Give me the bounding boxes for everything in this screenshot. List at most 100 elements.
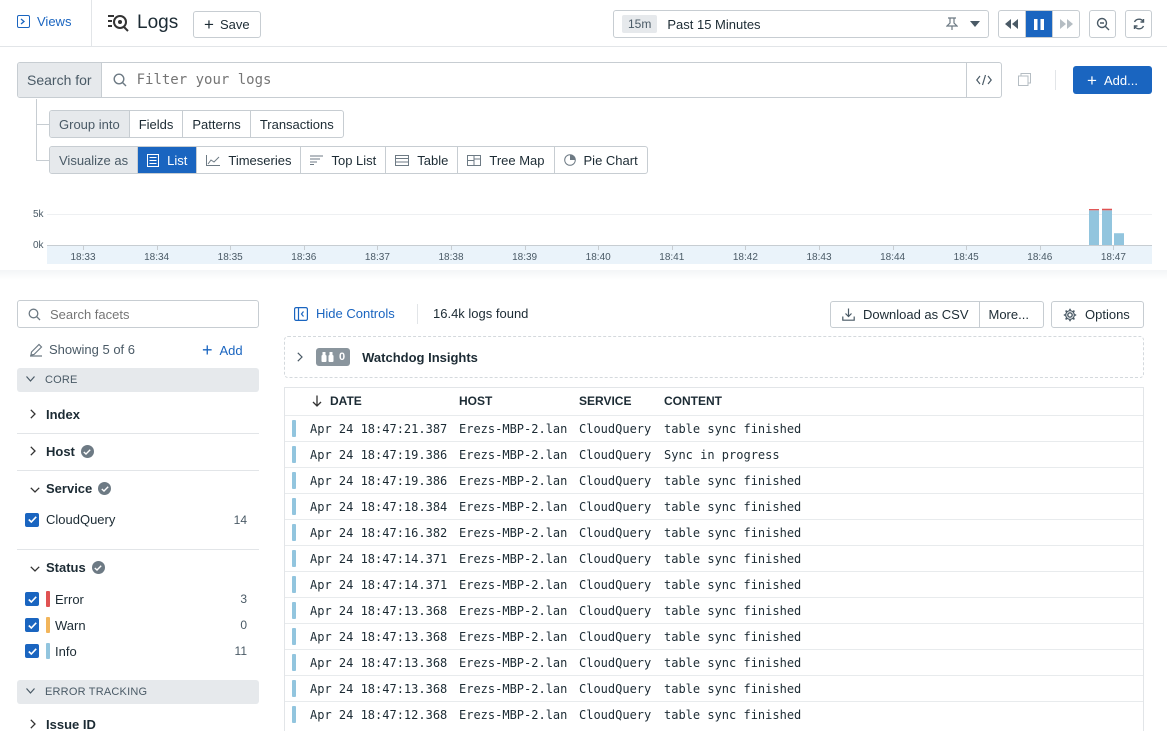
bar-error[interactable]	[1102, 208, 1112, 211]
table-row[interactable]: Apr 24 18:47:19.386 Erezs-MBP-2.lan CloudQ…	[285, 441, 1143, 467]
status-color-info	[46, 643, 50, 659]
viz-option-list[interactable]: List	[138, 147, 198, 173]
chevron-down-icon	[30, 481, 40, 496]
facet-value-error[interactable]: Error 3	[25, 591, 247, 607]
facet-value-info[interactable]: Info 11	[25, 643, 247, 659]
facet-value-count: 3	[240, 592, 247, 606]
download-csv-button[interactable]: Download as CSV	[831, 302, 980, 327]
hide-controls-button[interactable]: Hide Controls	[294, 306, 395, 321]
more-button[interactable]: More...	[980, 302, 1038, 327]
code-view-button[interactable]	[966, 63, 1001, 97]
viz-option-pie-chart[interactable]: Pie Chart	[555, 147, 647, 173]
x-tick-mark	[1113, 246, 1115, 250]
y-tick-5k: 5k	[33, 209, 44, 220]
sort-arrow-down-icon[interactable]	[312, 395, 322, 407]
table-row[interactable]: Apr 24 18:47:12.368 Erezs-MBP-2.lan CloudQ…	[285, 701, 1143, 727]
column-header-host[interactable]: HOST	[459, 394, 492, 408]
gear-icon	[1063, 308, 1077, 322]
facet-status[interactable]: Status	[30, 560, 105, 575]
views-label: Views	[37, 14, 72, 29]
bar-info[interactable]	[1114, 233, 1124, 245]
save-button[interactable]: + Save	[193, 11, 261, 38]
cell-host: Erezs-MBP-2.lan	[459, 578, 568, 592]
facet-service[interactable]: Service	[30, 481, 112, 496]
column-header-service[interactable]: SERVICE	[579, 394, 631, 408]
table-row[interactable]: Apr 24 18:47:14.371 Erezs-MBP-2.lan CloudQ…	[285, 545, 1143, 571]
chevron-down-icon	[26, 376, 35, 382]
watchdog-insights-panel[interactable]: 0 Watchdog Insights	[284, 336, 1144, 378]
facet-issue-id[interactable]: Issue ID	[30, 717, 96, 731]
pencil-icon[interactable]	[29, 343, 43, 357]
table-row[interactable]: Apr 24 18:47:13.368 Erezs-MBP-2.lan CloudQ…	[285, 649, 1143, 675]
viz-option-table[interactable]: Table	[386, 147, 459, 173]
options-button[interactable]: Options	[1051, 301, 1144, 328]
table-row[interactable]: Apr 24 18:47:13.368 Erezs-MBP-2.lan CloudQ…	[285, 675, 1143, 701]
column-header-date[interactable]: DATE	[330, 394, 362, 408]
add-button[interactable]: + Add...	[1073, 66, 1152, 94]
zoom-out-button[interactable]	[1089, 10, 1116, 38]
x-tick-mark	[745, 246, 747, 250]
bar-error[interactable]	[1089, 209, 1099, 211]
facet-host[interactable]: Host	[30, 444, 94, 459]
cell-content: table sync finished	[664, 474, 802, 488]
checkbox-checked[interactable]	[25, 644, 39, 658]
logs-table: DATE HOST SERVICE CONTENT Apr 24 18:47:2…	[284, 387, 1144, 731]
error-tracking-section-header[interactable]: ERROR TRACKING	[17, 680, 259, 704]
x-tick-label: 18:44	[880, 252, 906, 263]
facet-search[interactable]	[17, 300, 259, 328]
pin-icon[interactable]	[946, 17, 958, 31]
copy-icon[interactable]	[1018, 73, 1031, 86]
column-header-content[interactable]: CONTENT	[664, 394, 722, 408]
tree-line	[36, 160, 49, 161]
table-row[interactable]: Apr 24 18:47:13.368 Erezs-MBP-2.lan CloudQ…	[285, 597, 1143, 623]
bar-info[interactable]	[1102, 210, 1112, 245]
cell-host: Erezs-MBP-2.lan	[459, 552, 568, 566]
rewind-button[interactable]	[999, 11, 1026, 37]
views-button[interactable]: Views	[17, 14, 71, 29]
chevron-right-icon	[297, 352, 303, 362]
group-option-fields[interactable]: Fields	[130, 111, 184, 137]
facet-value-count: 11	[234, 644, 247, 658]
table-row[interactable]: Apr 24 18:47:19.386 Erezs-MBP-2.lan CloudQ…	[285, 467, 1143, 493]
verified-icon	[80, 445, 94, 458]
facet-value-warn[interactable]: Warn 0	[25, 617, 247, 633]
cell-service: CloudQuery	[579, 500, 652, 514]
table-row[interactable]: Apr 24 18:47:21.387 Erezs-MBP-2.lan CloudQ…	[285, 415, 1143, 441]
viz-option-top-list[interactable]: Top List	[301, 147, 387, 173]
viz-option-label: List	[167, 152, 188, 168]
group-option-transactions[interactable]: Transactions	[251, 111, 343, 137]
checkbox-checked[interactable]	[25, 592, 39, 606]
facet-index[interactable]: Index	[30, 407, 80, 422]
refresh-button[interactable]	[1125, 10, 1152, 38]
cell-content: table sync finished	[664, 500, 802, 514]
core-section-header[interactable]: CORE	[17, 368, 259, 392]
cell-service: CloudQuery	[579, 708, 652, 722]
divider	[17, 433, 259, 434]
table-row[interactable]: Apr 24 18:47:14.371 Erezs-MBP-2.lan CloudQ…	[285, 571, 1143, 597]
x-tick-mark	[524, 246, 526, 250]
viz-option-tree-map[interactable]: Tree Map	[458, 147, 555, 173]
chevron-down-icon[interactable]	[970, 21, 980, 28]
checkbox-checked[interactable]	[25, 512, 39, 527]
x-tick-label: 18:43	[806, 252, 832, 263]
time-range-picker[interactable]: 15m Past 15 Minutes	[613, 10, 989, 38]
pause-button[interactable]	[1025, 11, 1053, 37]
table-row[interactable]: Apr 24 18:47:13.368 Erezs-MBP-2.lan CloudQ…	[285, 623, 1143, 649]
viz-option-timeseries[interactable]: Timeseries	[197, 147, 302, 173]
checkbox-checked[interactable]	[25, 618, 39, 632]
facet-search-input[interactable]	[50, 306, 240, 322]
facet-host-label: Host	[46, 444, 75, 459]
x-tick-mark	[671, 246, 673, 250]
cell-date: Apr 24 18:47:12.368	[310, 708, 448, 722]
group-option-patterns[interactable]: Patterns	[183, 111, 251, 137]
error-tracking-label: ERROR TRACKING	[45, 686, 148, 698]
viz-option-label: Tree Map	[489, 152, 545, 168]
search-input[interactable]	[136, 63, 966, 97]
facet-value-cloudquery[interactable]: CloudQuery 14	[25, 512, 247, 527]
cell-date: Apr 24 18:47:13.368	[310, 682, 448, 696]
add-facet-button[interactable]: + Add	[202, 341, 243, 359]
fast-forward-button[interactable]	[1052, 11, 1079, 37]
bar-info[interactable]	[1089, 210, 1099, 245]
table-row[interactable]: Apr 24 18:47:18.384 Erezs-MBP-2.lan CloudQ…	[285, 493, 1143, 519]
table-row[interactable]: Apr 24 18:47:16.382 Erezs-MBP-2.lan CloudQ…	[285, 519, 1143, 545]
